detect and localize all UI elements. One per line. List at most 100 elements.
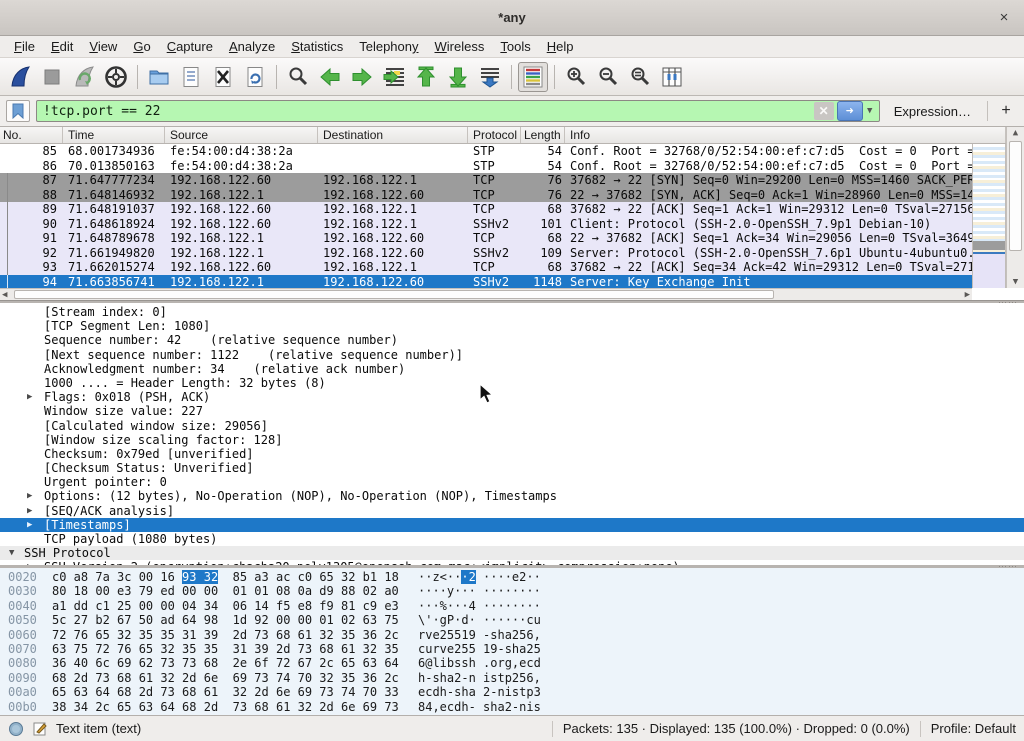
hex-row[interactable]: 00505c 27 b2 67 50 ad 64 98 1d 92 00 00 …: [0, 613, 1024, 627]
file-reload-button[interactable]: [240, 62, 270, 92]
filter-dropdown-caret[interactable]: ▼: [863, 106, 877, 116]
window-close-button[interactable]: ×: [994, 8, 1014, 28]
title-bar[interactable]: *any ×: [0, 0, 1024, 36]
collapsed-arrow-icon[interactable]: ▶: [27, 489, 32, 503]
zoom-reset-button[interactable]: [625, 62, 655, 92]
detail-line[interactable]: ▶[SEQ/ACK analysis]: [0, 504, 1024, 518]
scroll-left-icon[interactable]: ◀: [2, 289, 7, 301]
menu-wireless[interactable]: Wireless: [427, 37, 493, 56]
capture-restart-button[interactable]: [69, 62, 99, 92]
detail-line[interactable]: ▶Options: (12 bytes), No-Operation (NOP)…: [0, 489, 1024, 503]
file-close-button[interactable]: [208, 62, 238, 92]
menu-analyze[interactable]: Analyze: [221, 37, 283, 56]
column-header-source[interactable]: Source: [165, 127, 318, 143]
packet-row[interactable]: 9271.661949820192.168.122.1192.168.122.6…: [0, 246, 972, 261]
packet-list-horizontal-scrollbar[interactable]: ◀ ▶: [0, 288, 972, 300]
detail-line[interactable]: TCP payload (1080 bytes): [0, 532, 1024, 546]
menu-file[interactable]: File: [6, 37, 43, 56]
file-save-button[interactable]: [176, 62, 206, 92]
column-header-protocol[interactable]: Protocol: [468, 127, 521, 143]
packet-list-vertical-scrollbar[interactable]: ▲ ▼: [1006, 127, 1024, 288]
collapsed-arrow-icon[interactable]: ▶: [27, 504, 32, 518]
filter-apply-button[interactable]: ➜: [837, 101, 863, 121]
detail-line[interactable]: [TCP Segment Len: 1080]: [0, 319, 1024, 333]
menu-go[interactable]: Go: [125, 37, 158, 56]
expression-button[interactable]: Expression…: [886, 104, 981, 119]
menu-statistics[interactable]: Statistics: [283, 37, 351, 56]
column-header-no[interactable]: No.: [0, 127, 63, 143]
column-header-destination[interactable]: Destination: [318, 127, 468, 143]
add-filter-button[interactable]: +: [994, 102, 1018, 120]
profile-label[interactable]: Profile: Default: [931, 721, 1016, 736]
hex-row[interactable]: 008036 40 6c 69 62 73 73 68 2e 6f 72 67 …: [0, 656, 1024, 670]
display-filter-input[interactable]: !tcp.port == 22 ✕ ➜ ▼: [36, 100, 880, 122]
packet-minimap[interactable]: [972, 144, 1006, 288]
column-header-time[interactable]: Time: [63, 127, 165, 143]
collapsed-arrow-icon[interactable]: ▶: [27, 518, 32, 532]
detail-line[interactable]: Acknowledgment number: 34 (relative ack …: [0, 362, 1024, 376]
hex-row[interactable]: 0020c0 a8 7a 3c 00 16 93 32 85 a3 ac c0 …: [0, 570, 1024, 584]
menu-edit[interactable]: Edit: [43, 37, 81, 56]
menu-tools[interactable]: Tools: [492, 37, 538, 56]
detail-line[interactable]: Window size value: 227: [0, 404, 1024, 418]
scroll-down-icon[interactable]: ▼: [1013, 276, 1018, 288]
go-first-packet-button[interactable]: [411, 62, 441, 92]
packet-row[interactable]: 8971.648191037192.168.122.60192.168.122.…: [0, 202, 972, 217]
detail-line[interactable]: Sequence number: 42 (relative sequence n…: [0, 333, 1024, 347]
zoom-in-button[interactable]: [561, 62, 591, 92]
expanded-arrow-icon[interactable]: ▼: [9, 546, 14, 560]
menu-telephony[interactable]: Telephony: [351, 37, 426, 56]
hex-row[interactable]: 00a065 63 64 68 2d 73 68 61 32 2d 6e 69 …: [0, 685, 1024, 699]
autoscroll-button[interactable]: [475, 62, 505, 92]
detail-line[interactable]: 1000 .... = Header Length: 32 bytes (8): [0, 376, 1024, 390]
packet-row[interactable]: 9471.663856741192.168.122.1192.168.122.6…: [0, 275, 972, 290]
hex-row[interactable]: 003080 18 00 e3 79 ed 00 00 01 01 08 0a …: [0, 584, 1024, 598]
vertical-scroll-thumb[interactable]: [1009, 141, 1022, 251]
hex-row[interactable]: 009068 2d 73 68 61 32 2d 6e 69 73 74 70 …: [0, 671, 1024, 685]
menu-help[interactable]: Help: [539, 37, 582, 56]
packet-row[interactable]: 8871.648146932192.168.122.1192.168.122.6…: [0, 188, 972, 203]
file-open-button[interactable]: [144, 62, 174, 92]
capture-start-button[interactable]: [5, 62, 35, 92]
resize-columns-button[interactable]: [657, 62, 687, 92]
menu-view[interactable]: View: [81, 37, 125, 56]
go-last-packet-button[interactable]: [443, 62, 473, 92]
horizontal-scroll-thumb[interactable]: [14, 290, 774, 299]
packet-row[interactable]: 8771.647777234192.168.122.60192.168.122.…: [0, 173, 972, 188]
capture-stop-button[interactable]: [37, 62, 67, 92]
hex-row[interactable]: 007063 75 72 76 65 32 35 35 31 39 2d 73 …: [0, 642, 1024, 656]
detail-line[interactable]: Checksum: 0x79ed [unverified]: [0, 447, 1024, 461]
detail-line[interactable]: [Checksum Status: Unverified]: [0, 461, 1024, 475]
detail-line[interactable]: Urgent pointer: 0: [0, 475, 1024, 489]
packet-row[interactable]: 8670.013850163fe:54:00:d4:38:2aSTP54Conf…: [0, 159, 972, 174]
colorize-button[interactable]: [518, 62, 548, 92]
detail-line[interactable]: [Stream index: 0]: [0, 305, 1024, 319]
scroll-right-icon[interactable]: ▶: [965, 289, 970, 301]
filter-bookmark-button[interactable]: [6, 100, 30, 122]
expert-info-icon[interactable]: [8, 721, 24, 737]
packet-row[interactable]: 9171.648789678192.168.122.1192.168.122.6…: [0, 231, 972, 246]
detail-line[interactable]: ▶[Timestamps]: [0, 518, 1024, 532]
goto-packet-button[interactable]: [379, 62, 409, 92]
hex-row[interactable]: 00b038 34 2c 65 63 64 68 2d 73 68 61 32 …: [0, 700, 1024, 714]
detail-line[interactable]: ▼SSH Protocol: [0, 546, 1024, 560]
detail-line[interactable]: [Calculated window size: 29056]: [0, 419, 1024, 433]
hex-row[interactable]: 0040a1 dd c1 25 00 00 04 34 06 14 f5 e8 …: [0, 599, 1024, 613]
scroll-up-icon[interactable]: ▲: [1013, 127, 1018, 139]
menu-capture[interactable]: Capture: [159, 37, 221, 56]
capture-comment-icon[interactable]: [32, 721, 48, 737]
detail-line[interactable]: [Next sequence number: 1122 (relative se…: [0, 348, 1024, 362]
column-header-info[interactable]: Info: [565, 127, 1006, 143]
column-header-length[interactable]: Length: [521, 127, 565, 143]
packet-row[interactable]: 9371.662015274192.168.122.60192.168.122.…: [0, 260, 972, 275]
nav-back-button[interactable]: [315, 62, 345, 92]
zoom-out-button[interactable]: [593, 62, 623, 92]
packet-row[interactable]: 8568.001734936fe:54:00:d4:38:2aSTP54Conf…: [0, 144, 972, 159]
pane-splitter-bottom[interactable]: ⋯⋯: [0, 565, 1024, 567]
detail-line[interactable]: [Window size scaling factor: 128]: [0, 433, 1024, 447]
collapsed-arrow-icon[interactable]: ▶: [27, 390, 32, 404]
packet-row[interactable]: 9071.648618924192.168.122.60192.168.122.…: [0, 217, 972, 232]
nav-forward-button[interactable]: [347, 62, 377, 92]
filter-clear-icon[interactable]: ✕: [814, 102, 834, 120]
detail-line[interactable]: ▶Flags: 0x018 (PSH, ACK): [0, 390, 1024, 404]
